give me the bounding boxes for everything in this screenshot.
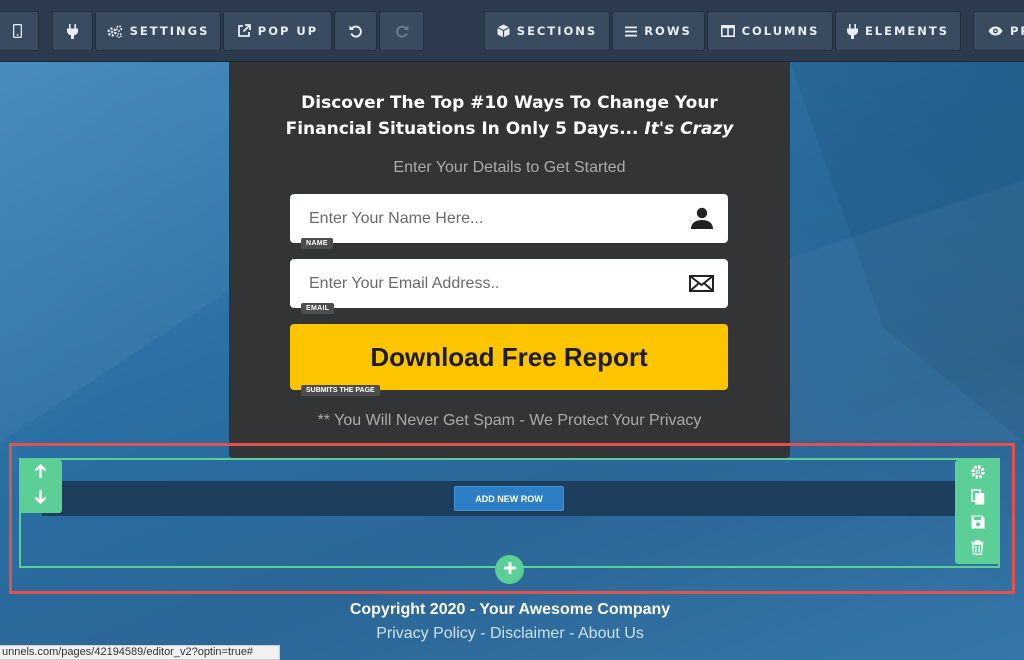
trash-icon <box>971 540 984 560</box>
mobile-view-button[interactable] <box>0 11 39 51</box>
columns-label: COLUMNS <box>741 24 820 38</box>
envelope-icon <box>689 275 714 297</box>
headline-line-1: Discover The Top #10 Ways To Change Your <box>301 93 718 113</box>
elements-label: ELEMENTS <box>864 24 950 38</box>
row-duplicate-button[interactable] <box>955 486 1000 512</box>
eye-icon <box>988 26 1003 36</box>
sections-label: SECTIONS <box>516 24 598 38</box>
status-bar-url: unnels.com/pages/42194589/editor_v2?opti… <box>0 645 280 660</box>
email-field: EMAIL <box>290 259 728 314</box>
add-new-row-button[interactable]: ADD NEW ROW <box>454 486 564 511</box>
popup-button[interactable]: POP UP <box>223 11 332 51</box>
copyright-text: Copyright 2020 - Your Awesome Company <box>349 601 671 618</box>
save-icon <box>971 515 985 534</box>
gear-icon <box>970 464 986 485</box>
row-move-controls <box>19 460 62 513</box>
columns-button[interactable]: COLUMNS <box>707 11 833 51</box>
preview-button[interactable]: PR <box>973 11 1024 51</box>
gears-icon <box>107 24 123 38</box>
arrow-up-icon <box>34 463 47 484</box>
about-us-link[interactable]: About Us <box>578 625 644 642</box>
integrations-button[interactable] <box>52 11 93 51</box>
subheadline: Enter Your Details to Get Started <box>393 159 626 176</box>
plus-icon <box>503 561 517 578</box>
email-input[interactable] <box>290 259 670 308</box>
external-link-icon <box>237 24 251 38</box>
sections-button[interactable]: SECTIONS <box>484 11 610 51</box>
row-save-button[interactable] <box>955 511 1000 537</box>
footer-links: Privacy Policy - Disclaimer - About Us <box>0 625 1020 643</box>
settings-label: SETTINGS <box>129 24 210 38</box>
mobile-icon <box>13 24 22 38</box>
columns-icon <box>720 25 735 37</box>
user-icon <box>690 207 714 234</box>
headline-emphasis: It's Crazy <box>644 119 734 139</box>
preview-label: PR <box>1010 24 1024 38</box>
name-input[interactable] <box>290 194 670 243</box>
disclaimer-link[interactable]: Disclaimer <box>490 625 565 642</box>
move-row-down-button[interactable] <box>19 486 62 512</box>
download-report-button[interactable]: Download Free Report SUBMITS THE PAGE <box>290 324 728 396</box>
privacy-note: ** You Will Never Get Spam - We Protect … <box>317 412 702 429</box>
editor-toolbar: SETTINGS POP UP SECTIONS ROWS COLUMNS EL… <box>0 0 1024 62</box>
plug-icon <box>846 23 858 39</box>
row-tools <box>955 460 1000 564</box>
copy-icon <box>970 488 985 510</box>
headline-line-2-text: Financial Situations In Only 5 Days... <box>285 119 645 139</box>
footer-separator: - <box>475 625 490 642</box>
move-row-up-button[interactable] <box>19 461 62 487</box>
footer-separator: - <box>564 625 578 642</box>
name-field: NAME <box>290 194 728 249</box>
email-field-tag: EMAIL <box>301 303 335 314</box>
cta-tag: SUBMITS THE PAGE <box>301 385 380 396</box>
row-settings-button[interactable] <box>955 461 1000 487</box>
bars-icon <box>625 26 638 37</box>
privacy-policy-link[interactable]: Privacy Policy <box>376 625 476 642</box>
optin-panel: Discover The Top #10 Ways To Change Your… <box>229 62 790 458</box>
rows-label: ROWS <box>644 24 692 38</box>
name-field-tag: NAME <box>301 238 333 249</box>
headline: Discover The Top #10 Ways To Change Your… <box>229 90 790 142</box>
undo-icon <box>349 24 363 38</box>
row-delete-button[interactable] <box>955 537 1000 563</box>
add-row-below-button[interactable] <box>495 555 524 584</box>
popup-label: POP UP <box>257 24 319 38</box>
redo-button[interactable] <box>379 11 424 51</box>
add-new-row-label: ADD NEW ROW <box>475 493 543 504</box>
plug-icon <box>67 23 78 39</box>
settings-button[interactable]: SETTINGS <box>95 11 221 51</box>
headline-line-2: Financial Situations In Only 5 Days... I… <box>229 116 790 142</box>
undo-button[interactable] <box>334 11 377 51</box>
cta-label: Download Free Report <box>370 341 648 372</box>
rows-button[interactable]: ROWS <box>612 11 705 51</box>
arrow-down-icon <box>34 489 47 509</box>
elements-button[interactable]: ELEMENTS <box>835 11 961 51</box>
redo-icon <box>395 24 409 38</box>
cube-icon <box>497 24 510 38</box>
